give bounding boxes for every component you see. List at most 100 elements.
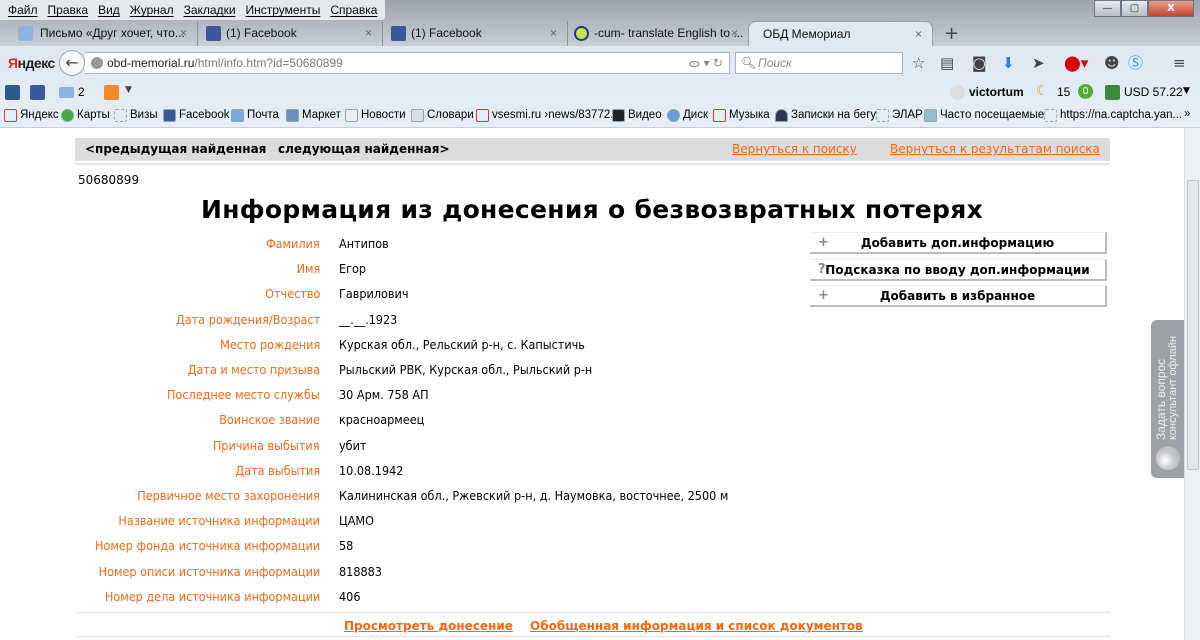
add-favorite-button[interactable]: + Добавить в избранное [810, 285, 1107, 307]
user-avatar[interactable] [950, 85, 965, 100]
mail-icon[interactable] [59, 87, 74, 98]
previous-found-link[interactable]: <предыдущая найденная [85, 138, 266, 161]
bookmark-item[interactable]: Карты [61, 109, 110, 122]
new-tab-button[interactable]: + [944, 21, 959, 46]
menu-bookmarks[interactable]: Закладки [179, 0, 241, 20]
user-name[interactable]: victortum [969, 85, 1024, 99]
maximize-button[interactable]: ▢ [1121, 0, 1148, 17]
bookmark-item[interactable]: ЭЛАР [876, 109, 923, 122]
adblock-icon[interactable]: ⬤▾ [1064, 56, 1088, 71]
bookmark-item[interactable]: Музыка [713, 109, 770, 122]
scrollbar-thumb[interactable] [1187, 180, 1199, 470]
consult-line1: Задать вопрос [1154, 358, 1168, 440]
back-button[interactable]: ← [59, 50, 85, 76]
menu-help[interactable]: Справка [325, 0, 382, 20]
back-to-search-link[interactable]: Вернуться к поиску [732, 138, 857, 161]
skype-icon[interactable]: Ⓢ [1128, 56, 1143, 71]
bookmark-item[interactable]: Визы [114, 109, 158, 122]
menu-bar: Файл Правка Вид Журнал Закладки Инструме… [0, 0, 386, 20]
tab-mail[interactable]: Письмо «Друг хочет, что... × [0, 21, 198, 46]
field-value: __.__.1923 [339, 311, 398, 327]
address-bar[interactable]: obd-memorial.ru/html/info.htm?id=5068089… [85, 52, 730, 74]
menu-tools[interactable]: Инструменты [241, 0, 326, 20]
view-report-link[interactable]: Просмотреть донесение [344, 619, 513, 633]
field-label: Место рождения [219, 336, 320, 352]
tab-translate[interactable]: -cum- translate English to ... × [568, 21, 748, 46]
reader-dropdown-reload-icons[interactable]: ᯣ ▾ ↻ [688, 53, 723, 73]
app-icon[interactable] [5, 85, 20, 100]
field-label: Номер дела источника информации [104, 588, 320, 604]
consultant-widget[interactable]: Задать вопрос консультант офлайн [1151, 320, 1185, 478]
bookmark-item[interactable]: Записки на бегу [775, 109, 876, 122]
menu-view[interactable]: Вид [93, 0, 125, 20]
add-info-button[interactable]: + Добавить доп.информацию [810, 232, 1107, 254]
field-value: Антипов [339, 236, 389, 251]
back-to-results-link[interactable]: Вернуться к результатам поиска [890, 138, 1100, 161]
c-icon [574, 26, 589, 41]
tab-facebook-2[interactable]: (1) Facebook × [383, 21, 568, 46]
close-tab-icon[interactable]: × [915, 22, 922, 47]
field-label: Дата рождения/Возраст [175, 311, 320, 327]
wallet-icon[interactable] [104, 85, 119, 100]
menu-hamburger-icon[interactable]: ≡ [1173, 56, 1186, 71]
minimize-button[interactable]: — [1094, 0, 1121, 17]
summary-documents-link[interactable]: Обобщенная информация и список документо… [530, 619, 863, 633]
facebook-icon[interactable] [30, 85, 45, 100]
currency-rate[interactable]: USD 57.22 [1124, 85, 1183, 99]
field-value: убит [339, 437, 367, 453]
navigation-bar: Яндекс ← obd-memorial.ru/html/info.htm?i… [0, 46, 1200, 80]
bookmark-item[interactable]: Маркет [286, 109, 341, 122]
mail-icon [18, 26, 33, 41]
bookmark-item[interactable]: Яндекс [4, 109, 59, 122]
bookmark-item[interactable]: Почта [231, 109, 279, 122]
weather-value[interactable]: 15 [1057, 85, 1070, 99]
tab-label: Письмо «Друг хочет, что... [40, 26, 185, 40]
chat-icon[interactable]: ☻ [1104, 56, 1120, 71]
bookmark-item[interactable]: https://na.captcha.yan... [1044, 109, 1182, 122]
music-icon [713, 109, 726, 122]
yandex-logo[interactable]: Яндекс [8, 55, 55, 71]
close-tab-icon[interactable]: × [180, 21, 187, 46]
close-tab-icon[interactable]: × [550, 21, 557, 46]
next-found-link[interactable]: следующая найденная> [278, 138, 450, 161]
close-window-button[interactable]: X [1148, 0, 1194, 17]
bookmark-item[interactable]: Часто посещаемые [924, 109, 1044, 122]
field-label: Отчество [264, 286, 320, 302]
market-icon [286, 109, 299, 122]
field-label: Номер фонда источника информации [94, 538, 320, 554]
bookmark-item[interactable]: Видео [612, 109, 662, 122]
tab-obd-memorial[interactable]: ОБД Мемориал × [748, 21, 933, 46]
search-input[interactable]: 🔍︎ Поиск [735, 52, 903, 74]
logo-text: ндекс [17, 55, 56, 71]
search-icon: 🔍︎ [741, 56, 757, 70]
divider [75, 612, 1110, 613]
send-icon[interactable]: ➤ [1032, 56, 1045, 71]
field-value: Гаврилович [339, 286, 409, 302]
bookmark-star-icon[interactable]: ☆ [912, 56, 925, 71]
frequent-icon [924, 109, 937, 122]
close-tab-icon[interactable]: × [365, 21, 372, 46]
bookmark-item[interactable]: Facebook [163, 109, 230, 122]
menu-file[interactable]: Файл [3, 0, 43, 20]
menu-history[interactable]: Журнал [125, 0, 179, 20]
bookmark-item[interactable]: Словари [411, 109, 474, 122]
bookmark-item[interactable]: Новости [345, 109, 406, 122]
dropdown-icon[interactable]: ▼ [1183, 86, 1190, 96]
bookmark-item[interactable]: Диск [667, 109, 708, 122]
page-icon [876, 109, 889, 122]
vertical-scrollbar[interactable] [1184, 128, 1200, 640]
more-bookmarks-button[interactable]: » [1184, 108, 1190, 120]
menu-edit[interactable]: Правка [43, 0, 94, 20]
pocket-icon[interactable]: ◙ [972, 56, 987, 71]
divider [75, 636, 1110, 637]
traffic-badge[interactable]: 0 [1078, 84, 1093, 99]
download-icon[interactable]: ⬇ [1002, 56, 1015, 71]
clipboard-icon[interactable]: ▤ [940, 56, 954, 71]
yandex-icon [4, 109, 17, 122]
input-hint-button[interactable]: ? Подсказка по вводу доп.информации [810, 259, 1107, 281]
tab-facebook-1[interactable]: (1) Facebook × [198, 21, 383, 46]
mail-count: 2 [78, 85, 85, 99]
dropdown-icon[interactable]: ▼ [125, 85, 132, 95]
bookmark-item[interactable]: vsesmi.ru ›news/83772... [476, 109, 620, 122]
close-tab-icon[interactable]: × [731, 21, 738, 46]
